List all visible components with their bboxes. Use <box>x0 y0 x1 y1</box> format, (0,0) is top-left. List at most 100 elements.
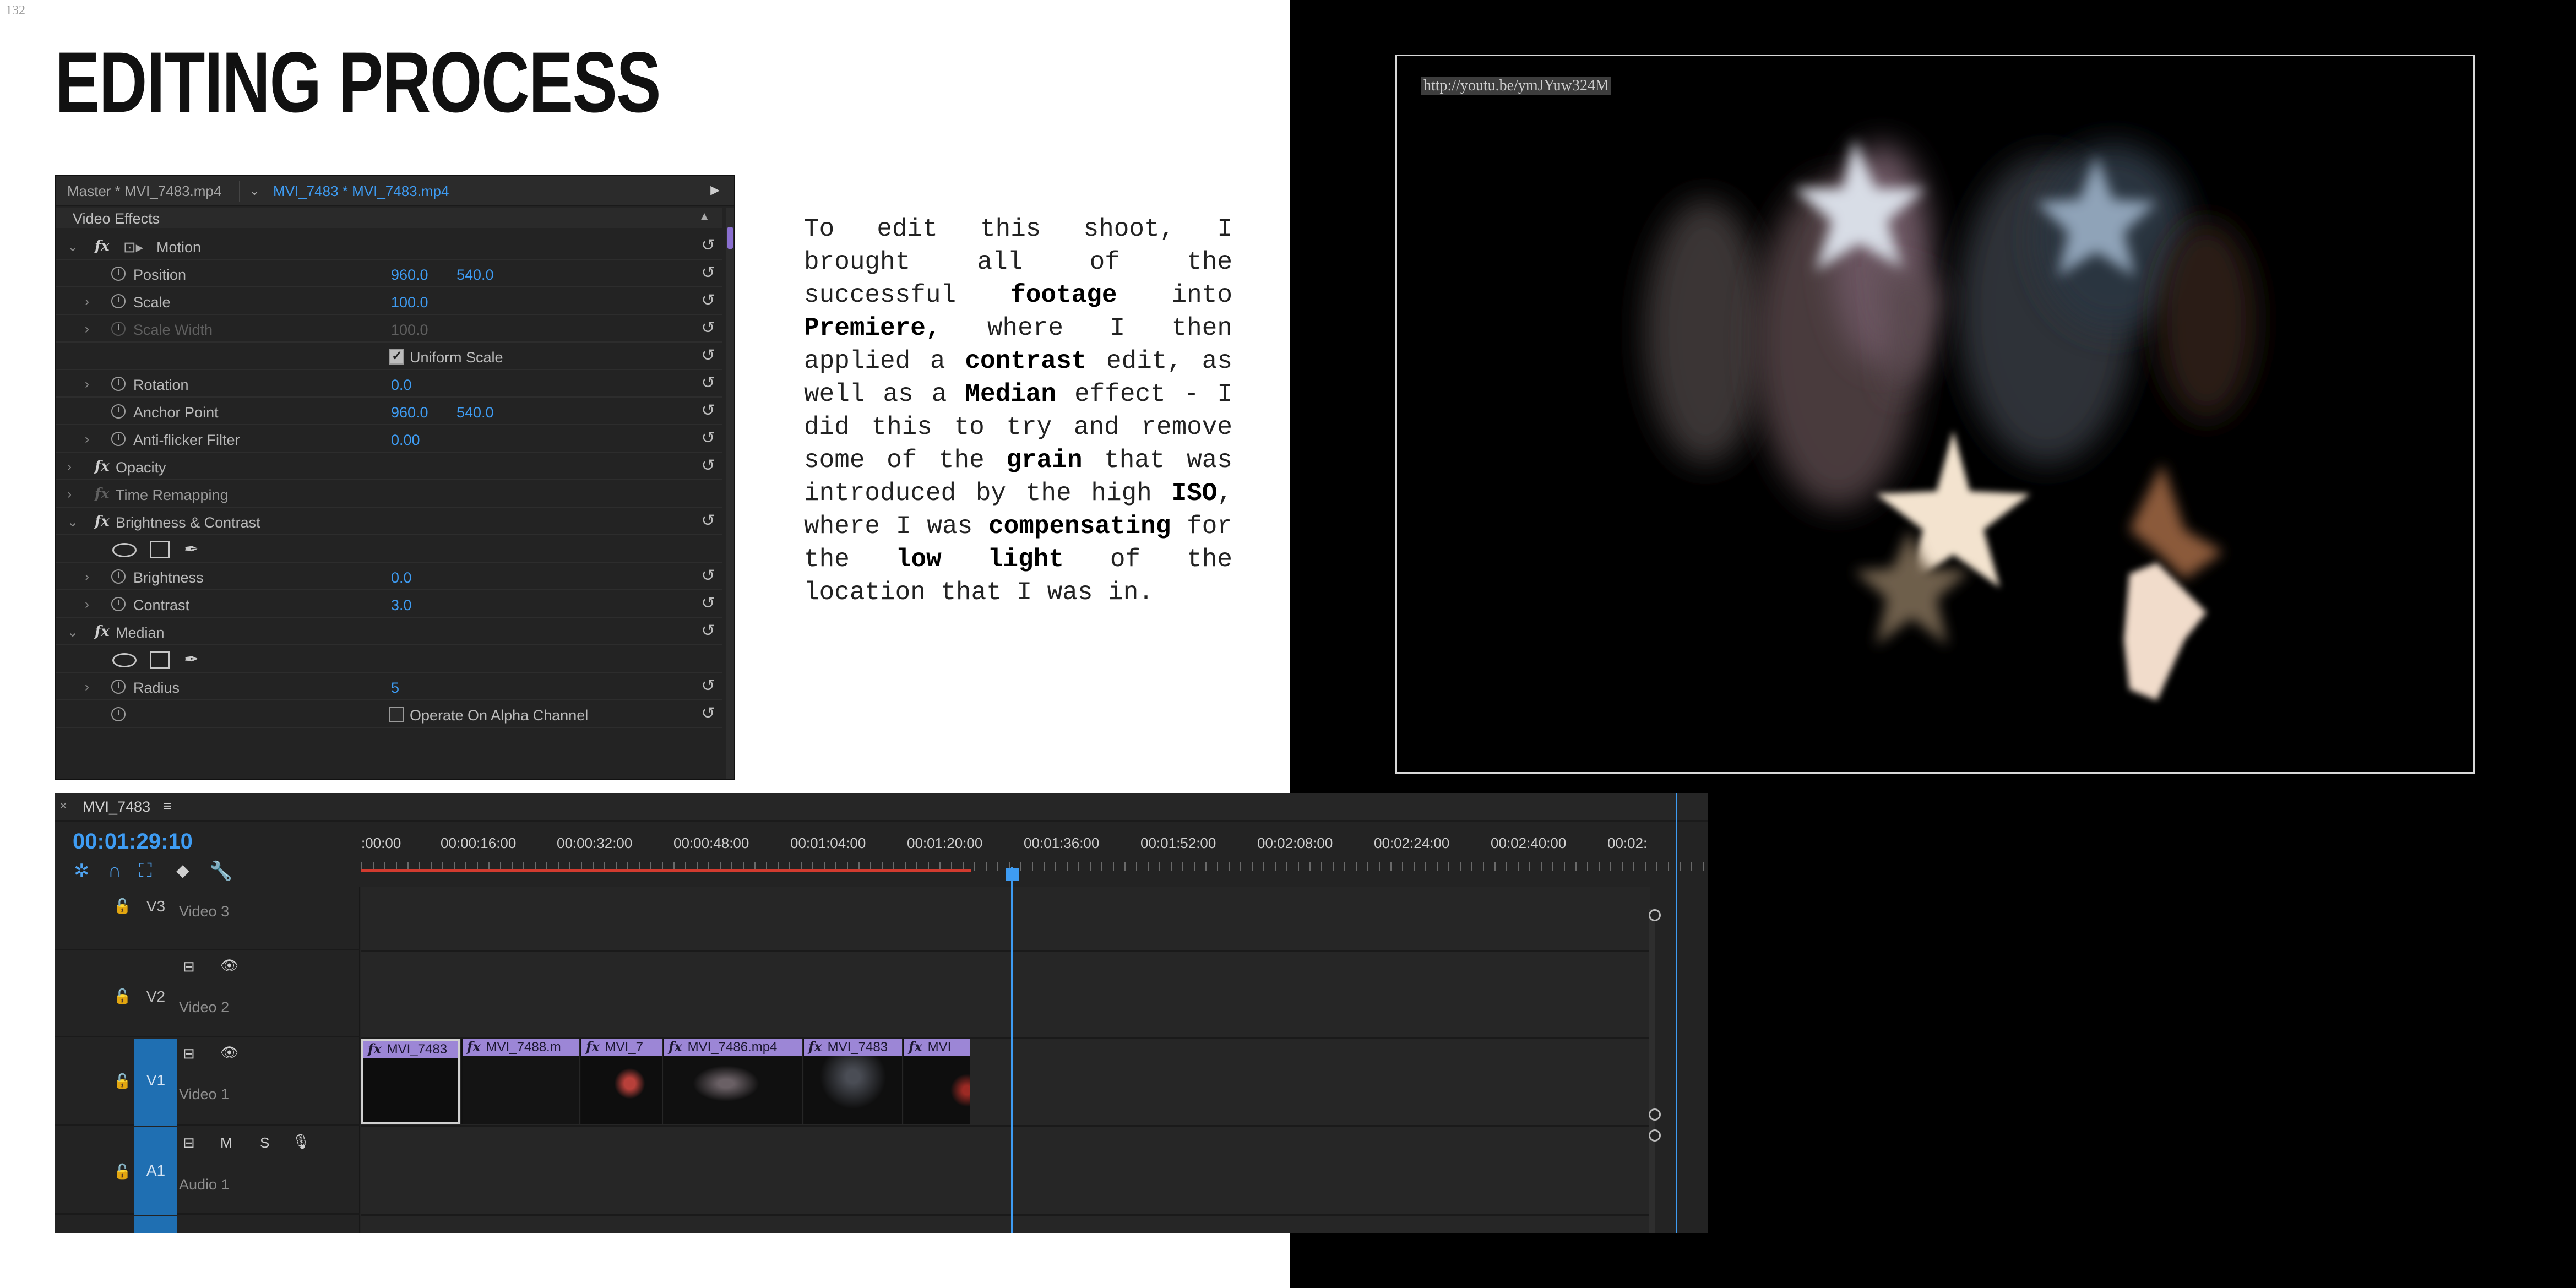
fx-icon[interactable]: fx <box>95 458 110 475</box>
play-triangle-icon[interactable]: ▶ <box>710 183 720 197</box>
brightness-value[interactable]: 0.0 <box>391 569 412 586</box>
effect-controls-scrollbar[interactable] <box>726 208 734 779</box>
chevron-right-icon[interactable]: › <box>67 459 72 475</box>
track-id[interactable]: A1 <box>134 1127 177 1215</box>
scale-value[interactable]: 100.0 <box>391 294 428 311</box>
scroll-handle[interactable] <box>1649 909 1661 921</box>
ellipse-mask-icon[interactable] <box>112 543 137 557</box>
contrast-value[interactable]: 3.0 <box>391 597 412 614</box>
lock-icon[interactable]: 🔓 <box>113 898 131 915</box>
video-preview[interactable]: http://youtu.be/ymJYuw324M <box>1395 55 2475 774</box>
toggle-sync-icon[interactable]: ⊟ <box>183 1045 195 1062</box>
collapse-up-icon[interactable]: ▲ <box>698 209 710 224</box>
chevron-right-icon[interactable]: › <box>85 322 89 337</box>
ellipse-mask-icon[interactable] <box>112 653 137 667</box>
playhead-line[interactable] <box>1011 867 1013 1233</box>
toggle-sync-icon[interactable]: ⊟ <box>183 1134 195 1151</box>
position-x-value[interactable]: 960.0 <box>391 267 428 284</box>
reset-icon[interactable]: ↺ <box>699 512 717 530</box>
stopwatch-icon[interactable] <box>111 294 126 308</box>
stopwatch-icon[interactable] <box>111 377 126 391</box>
rectangle-mask-icon[interactable] <box>150 651 170 669</box>
rotation-value[interactable]: 0.0 <box>391 377 412 394</box>
reset-icon[interactable]: ↺ <box>699 264 717 282</box>
video-url-link[interactable]: http://youtu.be/ymJYuw324M <box>1421 77 1611 95</box>
tab-master[interactable]: Master * MVI_7483.mp4 <box>67 183 221 200</box>
clip[interactable]: fx MVI <box>903 1039 970 1124</box>
chevron-right-icon[interactable]: › <box>85 569 89 585</box>
timeline-scrollbar[interactable] <box>1649 909 1655 1233</box>
stopwatch-icon[interactable] <box>111 597 126 611</box>
stopwatch-icon[interactable] <box>111 680 126 694</box>
snap-magnet-icon[interactable]: ∩ <box>108 860 121 882</box>
toggle-sync-icon[interactable]: ⊟ <box>183 958 195 975</box>
reset-icon[interactable]: ↺ <box>699 347 717 365</box>
track-v1[interactable]: fx MVI_7483 fx MVI_7488.m fx MVI_7 fx MVI_74… <box>361 1039 1650 1127</box>
clip[interactable]: fx MVI_7486.mp4 <box>663 1039 802 1124</box>
fx-icon[interactable]: fx <box>95 238 110 254</box>
reset-icon[interactable]: ↺ <box>699 567 717 585</box>
anti-flicker-value[interactable]: 0.00 <box>391 432 420 449</box>
reset-icon[interactable]: ↺ <box>699 457 717 475</box>
reset-icon[interactable]: ↺ <box>699 402 717 420</box>
effect-median[interactable]: ⌄ fx Median ↺ <box>56 619 722 645</box>
lock-icon[interactable]: 🔓 <box>113 988 131 1005</box>
scroll-handle[interactable] <box>1649 1108 1661 1121</box>
pen-mask-icon[interactable]: ✒ <box>184 649 199 670</box>
fx-icon[interactable]: fx <box>95 513 110 530</box>
track-a1[interactable] <box>361 1127 1650 1216</box>
effect-time-remapping[interactable]: › fx Time Remapping <box>56 481 722 508</box>
add-marker-icon[interactable]: ⬥ <box>176 860 189 882</box>
reset-icon[interactable]: ↺ <box>699 622 717 640</box>
chevron-right-icon[interactable]: › <box>85 597 89 612</box>
fx-icon[interactable]: fx <box>95 623 110 640</box>
reset-icon[interactable]: ↺ <box>699 292 717 309</box>
track-id[interactable]: V2 <box>134 988 177 1006</box>
tab-active-clip[interactable]: MVI_7483 * MVI_7483.mp4 <box>273 183 449 200</box>
playhead-handle[interactable] <box>1006 868 1019 881</box>
effect-brightness-contrast[interactable]: ⌄ fx Brightness & Contrast ↺ <box>56 509 722 535</box>
lock-icon[interactable]: 🔓 <box>113 1163 131 1180</box>
effect-motion[interactable]: ⌄ fx ⊡▸ Motion ↺ <box>56 233 722 260</box>
playhead-timecode[interactable]: 00:01:29:10 <box>73 829 193 854</box>
stopwatch-icon[interactable] <box>111 707 126 721</box>
microphone-icon[interactable]: 🎙 <box>292 1133 310 1150</box>
scrollbar-thumb[interactable] <box>727 227 733 249</box>
close-icon[interactable]: × <box>59 798 67 814</box>
reset-icon[interactable]: ↺ <box>699 374 717 392</box>
nest-toggle-icon[interactable]: ✲ <box>74 860 90 882</box>
uniform-scale-checkbox[interactable] <box>389 348 404 365</box>
alpha-channel-checkbox[interactable] <box>389 707 404 722</box>
track-v2[interactable] <box>361 952 1650 1039</box>
time-ruler[interactable]: :00:00 00:00:16:00 00:00:32:00 00:00:48:… <box>361 822 1705 872</box>
chevron-right-icon[interactable]: › <box>85 294 89 309</box>
eye-icon[interactable]: 👁 <box>220 957 238 974</box>
reset-icon[interactable]: ↺ <box>699 237 717 254</box>
chevron-right-icon[interactable]: › <box>85 377 89 392</box>
reset-icon[interactable]: ↺ <box>699 595 717 612</box>
linked-selection-icon[interactable]: ⛶ <box>139 860 152 882</box>
reset-icon[interactable]: ↺ <box>699 430 717 447</box>
panel-menu-icon[interactable]: ≡ <box>163 797 172 815</box>
lock-icon[interactable]: 🔓 <box>113 1073 131 1090</box>
anchor-y-value[interactable]: 540.0 <box>456 404 494 421</box>
chevron-right-icon[interactable]: › <box>85 432 89 447</box>
stopwatch-icon[interactable] <box>111 432 126 446</box>
stopwatch-icon[interactable] <box>111 404 126 419</box>
clip[interactable]: fx MVI_7 <box>580 1039 662 1124</box>
pen-mask-icon[interactable]: ✒ <box>184 539 199 559</box>
chevron-down-icon[interactable]: ⌄ <box>67 514 78 530</box>
anchor-x-value[interactable]: 960.0 <box>391 404 428 421</box>
track-id[interactable]: V1 <box>134 1039 177 1126</box>
scroll-handle[interactable] <box>1649 1129 1661 1142</box>
clip[interactable]: fx MVI_7483 <box>803 1039 902 1124</box>
clip[interactable]: fx MVI_7488.m <box>461 1039 579 1124</box>
eye-icon[interactable]: 👁 <box>220 1044 238 1061</box>
reset-icon[interactable]: ↺ <box>699 705 717 722</box>
solo-button[interactable]: S <box>260 1134 269 1151</box>
chevron-right-icon[interactable]: › <box>67 487 72 502</box>
track-v3[interactable] <box>361 887 1650 952</box>
reset-icon[interactable]: ↺ <box>699 319 717 337</box>
mute-button[interactable]: M <box>220 1134 232 1151</box>
chevron-down-icon[interactable]: ⌄ <box>67 239 78 255</box>
